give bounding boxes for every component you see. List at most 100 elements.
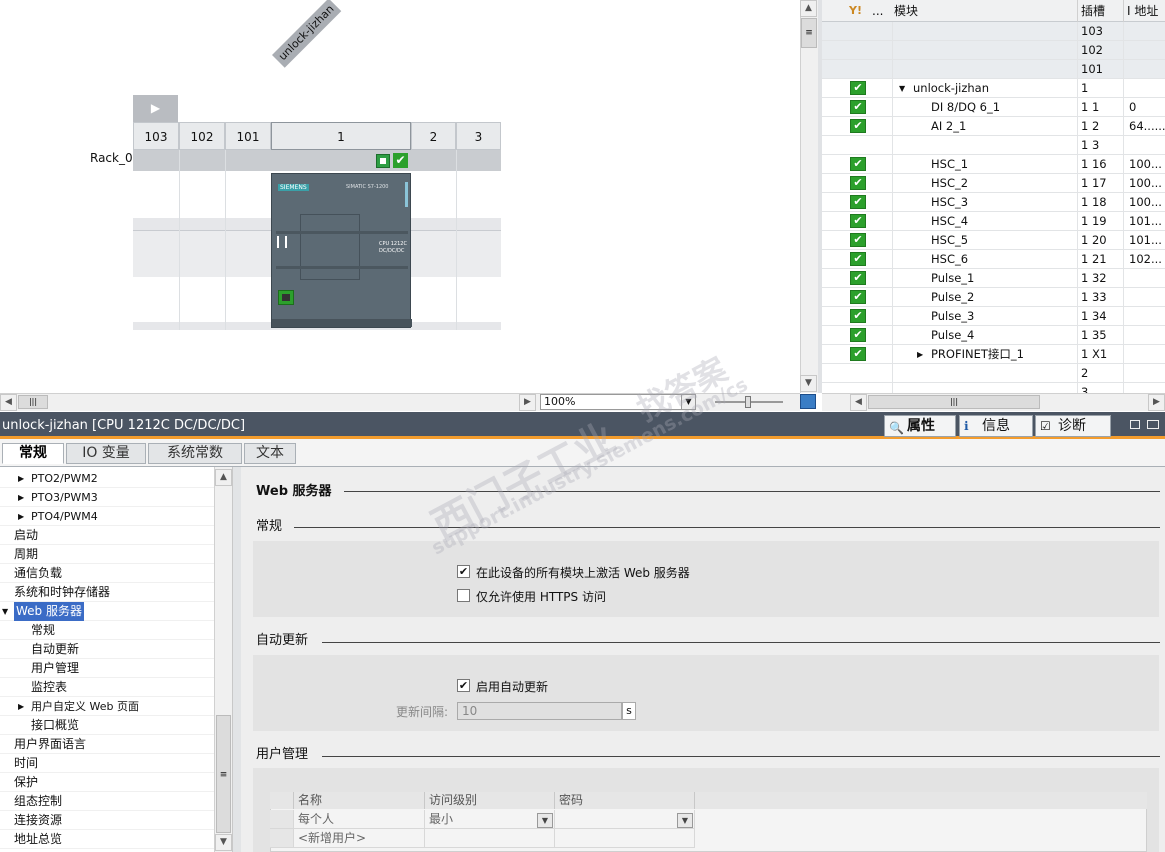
table-row[interactable]: 3 — [822, 383, 1165, 393]
nav-item[interactable]: 连接资源 — [0, 811, 214, 830]
expand-icon[interactable]: ▶ — [18, 488, 24, 507]
nav-item[interactable]: 启动 — [0, 526, 214, 545]
scroll-down-icon[interactable]: ▼ — [800, 375, 817, 392]
col-slot[interactable]: 插槽 — [1077, 0, 1105, 22]
password-dropdown-icon[interactable]: ▼ — [677, 813, 693, 828]
nav-item[interactable]: 用户界面语言 — [0, 735, 214, 754]
user-col-name[interactable]: 名称 — [294, 792, 425, 809]
scroll-up-icon[interactable]: ▲ — [800, 0, 817, 17]
table-row[interactable]: ✔ Pulse_3 1 34 — [822, 307, 1165, 326]
user-name-cell[interactable]: 每个人 — [294, 810, 425, 829]
slot-header-101[interactable]: 101 — [225, 122, 271, 150]
module-cell[interactable] — [892, 136, 1077, 155]
nav-item[interactable]: 用户管理 — [0, 659, 214, 678]
tab-io-tags[interactable]: IO 变量 — [66, 443, 146, 464]
table-row[interactable]: ✔ HSC_1 1 16 100... — [822, 155, 1165, 174]
user-access-cell[interactable]: 最小 — [425, 810, 555, 829]
tab-diagnostics[interactable]: ☑ 诊断 — [1035, 415, 1111, 437]
nav-item[interactable]: 时间 — [0, 754, 214, 773]
expand-icon[interactable]: ▶ — [18, 697, 24, 716]
expand-icon[interactable]: ▶ — [917, 345, 923, 364]
slot-header-102[interactable]: 102 — [179, 122, 225, 150]
slot-header-103[interactable]: 103 — [133, 122, 179, 150]
tab-properties[interactable]: 🔍 属性 — [884, 415, 956, 437]
nav-scroll-down-icon[interactable]: ▼ — [215, 834, 232, 851]
module-cell[interactable]: HSC_1 — [892, 155, 1077, 174]
nav-item[interactable]: 组态控制 — [0, 792, 214, 811]
nav-item[interactable]: 通信负载 — [0, 564, 214, 583]
zoom-slider-thumb[interactable] — [745, 396, 751, 408]
table-h-scroll-thumb[interactable]: ||| — [868, 395, 1040, 409]
nav-item[interactable]: 周期 — [0, 545, 214, 564]
nav-splitter[interactable] — [232, 467, 241, 852]
scroll-right-icon[interactable]: ▶ — [519, 394, 536, 411]
nav-item[interactable]: ▶ PTO3/PWM3 — [0, 488, 214, 507]
table-row[interactable]: ✔ HSC_2 1 17 100... — [822, 174, 1165, 193]
table-row[interactable]: ✔ AI 2_1 1 2 64...... — [822, 117, 1165, 136]
table-row[interactable]: 101 — [822, 60, 1165, 79]
expand-icon[interactable]: ▶ — [18, 507, 24, 526]
table-row[interactable]: ✔ ▶ PROFINET接口_1 1 X1 — [822, 345, 1165, 364]
tab-texts[interactable]: 文本 — [244, 443, 296, 464]
nav-item[interactable]: 系统和时钟存储器 — [0, 583, 214, 602]
module-cell[interactable]: Pulse_1 — [892, 269, 1077, 288]
slot-header-3[interactable]: 3 — [456, 122, 501, 150]
nav-item[interactable]: 地址总览 — [0, 830, 214, 849]
h-scroll-thumb[interactable]: ||| — [18, 395, 48, 409]
expand-rack-button[interactable]: ▶ — [133, 95, 178, 122]
scroll-left-icon[interactable]: ◀ — [0, 394, 17, 411]
table-row[interactable]: 1 3 — [822, 136, 1165, 155]
table-scroll-left-icon[interactable]: ◀ — [850, 394, 867, 411]
activate-web-server-checkbox[interactable]: ✔ — [457, 565, 470, 578]
module-cell[interactable] — [892, 41, 1077, 60]
maximize-icon[interactable] — [1147, 420, 1159, 429]
module-cell[interactable]: HSC_3 — [892, 193, 1077, 212]
nav-item[interactable]: 监控表 — [0, 678, 214, 697]
module-cell[interactable]: Pulse_3 — [892, 307, 1077, 326]
module-cell[interactable] — [892, 364, 1077, 383]
float-icon[interactable] — [1130, 420, 1140, 429]
module-cell[interactable] — [892, 22, 1077, 41]
tab-info[interactable]: ℹ 信息 — [959, 415, 1033, 437]
add-user-cell[interactable]: <新增用户> — [294, 829, 425, 848]
table-row[interactable]: ✔ HSC_5 1 20 101... — [822, 231, 1165, 250]
https-only-checkbox[interactable] — [457, 589, 470, 602]
nav-item[interactable]: ▶ PTO4/PWM4 — [0, 507, 214, 526]
collapse-icon[interactable]: ▼ — [899, 79, 905, 98]
device-vscroll[interactable] — [800, 0, 818, 393]
user-col-access[interactable]: 访问级别 — [425, 792, 555, 809]
table-row[interactable]: 2 — [822, 364, 1165, 383]
nav-scroll-up-icon[interactable]: ▲ — [215, 469, 232, 486]
module-cell[interactable]: ▼ unlock-jizhan — [892, 79, 1077, 98]
table-row[interactable]: 103 — [822, 22, 1165, 41]
module-cell[interactable]: AI 2_1 — [892, 117, 1077, 136]
table-row[interactable]: ✔ Pulse_2 1 33 — [822, 288, 1165, 307]
table-row[interactable]: ✔ HSC_6 1 21 102... — [822, 250, 1165, 269]
module-cell[interactable]: Pulse_2 — [892, 288, 1077, 307]
module-cell[interactable] — [892, 383, 1077, 393]
enable-auto-update-checkbox[interactable]: ✔ — [457, 679, 470, 692]
module-cell[interactable]: HSC_6 — [892, 250, 1077, 269]
module-cell[interactable]: ▶ PROFINET接口_1 — [892, 345, 1077, 364]
nav-item[interactable]: 保护 — [0, 773, 214, 792]
collapse-icon[interactable]: ▼ — [2, 602, 8, 621]
user-password-cell[interactable] — [555, 810, 695, 829]
slot-header-2[interactable]: 2 — [411, 122, 456, 150]
module-cell[interactable]: HSC_4 — [892, 212, 1077, 231]
col-module[interactable]: 模块 — [892, 0, 918, 22]
table-row[interactable]: 102 — [822, 41, 1165, 60]
table-row[interactable]: ✔ HSC_3 1 18 100... — [822, 193, 1165, 212]
nav-item[interactable]: ▶ PTO2/PWM2 — [0, 469, 214, 488]
rack-tag[interactable]: unlock-jizhan — [272, 0, 342, 68]
overview-icon[interactable] — [800, 394, 816, 409]
nav-item[interactable]: 接口概览 — [0, 716, 214, 735]
table-row[interactable]: ✔ ▼ unlock-jizhan 1 — [822, 79, 1165, 98]
module-cell[interactable]: HSC_2 — [892, 174, 1077, 193]
module-cell[interactable]: Pulse_4 — [892, 326, 1077, 345]
col-ellipsis[interactable]: ... — [872, 0, 883, 22]
col-addr[interactable]: I 地址 — [1123, 0, 1158, 22]
nav-item[interactable]: 常规 — [0, 621, 214, 640]
nav-item[interactable]: 自动更新 — [0, 640, 214, 659]
cpu-port-icon[interactable] — [278, 290, 294, 305]
nav-item[interactable]: ▶ 用户自定义 Web 页面 — [0, 697, 214, 716]
